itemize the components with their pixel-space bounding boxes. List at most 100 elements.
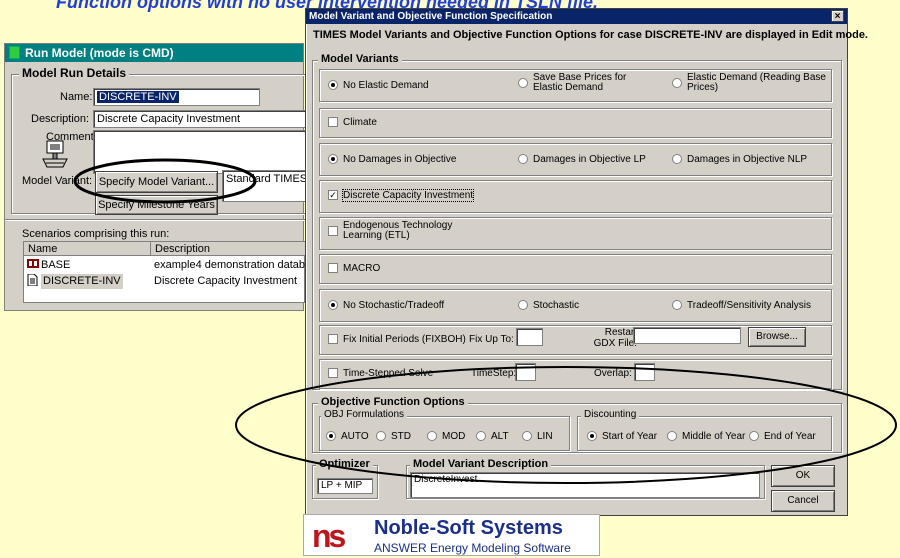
description-label: Description:	[31, 113, 90, 125]
specify-model-variant-button[interactable]: Specify Model Variant...	[95, 171, 218, 193]
radio-icon	[522, 431, 532, 442]
specify-milestone-years-button[interactable]: Specify Milestone Years	[95, 195, 218, 215]
database-icon	[27, 258, 39, 274]
climate-checkbox[interactable]: Climate	[328, 117, 377, 128]
table-row[interactable]: DISCRETE-INV Discrete Capacity Investmen…	[24, 273, 304, 291]
scenario-description: Discrete Capacity Investment	[154, 275, 298, 287]
radio-icon	[518, 300, 528, 311]
elastic-demand-label: Elastic Demand (Reading Base Prices)	[687, 72, 826, 93]
no-stochastic-radio[interactable]: No Stochastic/Tradeoff	[328, 300, 444, 311]
model-run-details-title: Model Run Details	[19, 66, 130, 80]
optimizer-input[interactable]: LP + MIP	[317, 478, 373, 494]
save-base-prices-radio[interactable]: Save Base Prices for Elastic Demand	[518, 73, 658, 93]
logo-name: Noble-Soft Systems	[374, 517, 563, 539]
radio-icon	[672, 300, 682, 311]
app-icon	[9, 46, 20, 59]
scenario-name: BASE	[41, 259, 71, 271]
fix-up-to-label: Fix Up To:	[469, 334, 514, 345]
name-field[interactable]: DISCRETE-INV	[93, 88, 260, 106]
start-of-year-label: Start of Year	[602, 431, 658, 442]
scenarios-list[interactable]: Name Description BASE example4 demonstra…	[23, 241, 311, 303]
model-variant-label: Model Variant:	[22, 175, 93, 187]
radio-icon	[518, 154, 528, 165]
damages-nlp-label: Damages in Objective NLP	[687, 154, 808, 165]
column-header-description[interactable]: Description	[151, 242, 306, 256]
radio-selected-icon	[587, 431, 597, 442]
overlap-label: Overlap:	[594, 368, 632, 379]
damages-nlp-radio[interactable]: Damages in Objective NLP	[672, 154, 807, 165]
middle-of-year-radio[interactable]: Middle of Year	[667, 431, 745, 442]
macro-checkbox[interactable]: MACRO	[328, 263, 380, 274]
tradeoff-radio[interactable]: Tradeoff/Sensitivity Analysis	[672, 300, 811, 311]
macro-panel	[319, 254, 832, 284]
dialog-titlebar: Model Variant and Objective Function Spe…	[306, 9, 847, 24]
noble-soft-logo: ns Noble-Soft Systems ANSWER Energy Mode…	[303, 514, 600, 556]
obj-alt-radio[interactable]: ALT	[476, 431, 509, 442]
checkbox-icon	[328, 226, 338, 236]
radio-selected-icon	[328, 300, 338, 311]
etl-checkbox[interactable]: Endogenous Technology Learning (ETL)	[328, 221, 468, 241]
time-stepped-checkbox[interactable]: Time-Stepped Solve	[328, 368, 433, 379]
name-label: Name:	[60, 91, 93, 103]
macro-label: MACRO	[343, 263, 381, 274]
name-value: DISCRETE-INV	[97, 91, 179, 103]
description-field[interactable]: Discrete Capacity Investment	[93, 110, 308, 128]
scenario-description: example4 demonstration databa	[154, 259, 312, 271]
obj-std-label: STD	[391, 431, 411, 442]
obj-formulations-title: OBJ Formulations	[321, 409, 408, 420]
column-header-name[interactable]: Name	[24, 242, 151, 256]
table-row[interactable]: BASE example4 demonstration databa	[24, 258, 311, 274]
cancel-button[interactable]: Cancel	[771, 490, 835, 512]
fix-initial-checkbox[interactable]: Fix Initial Periods (FIXBOH)	[328, 334, 466, 345]
browse-button[interactable]: Browse...	[748, 327, 806, 347]
description-input[interactable]: DiscreteInvest	[410, 472, 760, 498]
start-of-year-radio[interactable]: Start of Year	[587, 431, 657, 442]
radio-selected-icon	[328, 80, 338, 91]
obj-mod-radio[interactable]: MOD	[427, 431, 465, 442]
close-icon[interactable]: ×	[831, 10, 844, 22]
run-model-titlebar: Run Model (mode is CMD)	[5, 44, 303, 62]
document-icon	[27, 273, 38, 291]
obj-auto-label: AUTO	[341, 431, 369, 442]
run-model-window: Run Model (mode is CMD) Model Run Detail…	[4, 43, 311, 311]
model-variant-dialog: Model Variant and Objective Function Spe…	[305, 8, 868, 516]
scenarios-label: Scenarios comprising this run:	[22, 228, 170, 240]
no-elastic-demand-radio[interactable]: No Elastic Demand	[328, 80, 429, 91]
radio-icon	[672, 154, 682, 165]
radio-selected-icon	[328, 154, 338, 165]
end-of-year-radio[interactable]: End of Year	[749, 431, 816, 442]
obj-auto-radio[interactable]: AUTO	[326, 431, 369, 442]
stochastic-radio[interactable]: Stochastic	[518, 300, 579, 311]
obj-lin-label: LIN	[537, 431, 553, 442]
ok-button[interactable]: OK	[771, 465, 835, 487]
checkbox-icon	[328, 263, 338, 274]
fix-initial-label: Fix Initial Periods (FIXBOH)	[343, 334, 466, 345]
climate-label: Climate	[343, 117, 377, 128]
discrete-capacity-checkbox[interactable]: ✓ Discrete Capacity Investment	[328, 189, 475, 202]
elastic-demand-radio[interactable]: Elastic Demand (Reading Base Prices)	[672, 73, 827, 93]
timestep-input[interactable]	[515, 363, 536, 381]
radio-icon	[672, 78, 682, 88]
gdx-file-input[interactable]	[633, 327, 741, 344]
damages-lp-radio[interactable]: Damages in Objective LP	[518, 154, 646, 165]
radio-icon	[427, 431, 437, 442]
radio-icon	[376, 431, 386, 442]
optimizer-title: Optimizer	[316, 458, 373, 470]
divider	[5, 219, 305, 220]
scenario-name: DISCRETE-INV	[41, 274, 123, 289]
tradeoff-label: Tradeoff/Sensitivity Analysis	[687, 300, 811, 311]
fix-up-to-input[interactable]	[516, 328, 543, 346]
obj-std-radio[interactable]: STD	[376, 431, 411, 442]
obj-mod-label: MOD	[442, 431, 466, 442]
radio-selected-icon	[326, 431, 336, 442]
no-damages-radio[interactable]: No Damages in Objective	[328, 154, 456, 165]
timestep-label: TimeStep:	[471, 368, 517, 379]
run-model-title: Run Model (mode is CMD)	[25, 46, 174, 60]
radio-icon	[749, 431, 759, 442]
time-stepped-label: Time-Stepped Solve	[343, 368, 434, 379]
comment-field[interactable]	[93, 130, 308, 174]
checkbox-icon	[328, 368, 338, 379]
obj-lin-radio[interactable]: LIN	[522, 431, 553, 442]
overlap-input[interactable]	[634, 363, 655, 381]
checkmark-icon: ✓	[328, 190, 338, 201]
